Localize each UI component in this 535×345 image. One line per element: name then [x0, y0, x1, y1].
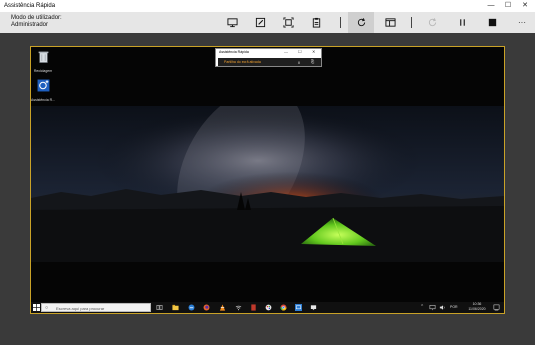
app-title: Assistência Rápida	[4, 3, 56, 9]
pause-button[interactable]	[449, 12, 475, 33]
fit-screen-icon	[282, 17, 294, 28]
desktop-icon-quick-assist[interactable]: Assistência R...	[31, 79, 55, 102]
annotate-icon	[255, 17, 265, 28]
close-button[interactable]: ✕	[517, 0, 533, 12]
clipboard-button[interactable]	[303, 12, 329, 33]
clock-date: 11/06/2020	[468, 306, 486, 311]
mini-maximize-button[interactable]: ☐	[298, 49, 302, 54]
mini-clipboard-button[interactable]: ⎘	[311, 59, 314, 64]
remote-mini-window[interactable]: Assistência Rápida — ☐ ✕ Partilha do ecr…	[215, 48, 322, 67]
paint-icon[interactable]	[265, 304, 272, 311]
wifi-settings-icon[interactable]	[235, 304, 242, 311]
mini-pause-button[interactable]: II	[298, 60, 300, 65]
maximize-button[interactable]: ☐	[500, 0, 516, 12]
mini-close-button[interactable]: ✕	[312, 49, 315, 54]
monitor-icon	[226, 18, 238, 28]
reconnect-button[interactable]	[419, 12, 445, 33]
restart-button[interactable]	[348, 12, 374, 33]
edge-icon[interactable]	[188, 304, 195, 311]
toolbar-separator	[411, 17, 412, 28]
language-indicator[interactable]: POR	[450, 305, 458, 310]
sharing-status-text: Partilha do ecrã ativada	[224, 60, 261, 64]
notifications-icon[interactable]	[493, 304, 500, 311]
chrome-icon[interactable]	[280, 304, 287, 311]
vlc-icon[interactable]	[219, 304, 226, 311]
task-manager-button[interactable]	[377, 12, 403, 33]
desktop-icon-label: Assistência R...	[31, 98, 56, 102]
restart-icon	[357, 18, 365, 27]
tray-chevron-icon[interactable]: ⌃	[420, 305, 424, 310]
taskbar-search-placeholder: Escreva aqui para procurar	[56, 305, 105, 311]
firefox-icon[interactable]	[203, 304, 210, 311]
remote-desktop-icon[interactable]	[310, 304, 317, 311]
recycle-bin-icon	[38, 51, 48, 63]
windows-start-icon[interactable]	[33, 304, 40, 311]
network-icon[interactable]	[429, 304, 436, 311]
mini-minimize-button[interactable]: —	[284, 49, 288, 54]
task-manager-icon	[384, 18, 396, 27]
stop-icon	[488, 18, 496, 27]
minimize-button[interactable]: —	[483, 0, 499, 12]
taskbar-search-box[interactable]: ○ Escreva aqui para procurar	[41, 303, 151, 312]
desktop-wallpaper	[31, 106, 504, 262]
pause-icon	[459, 19, 465, 26]
toolbar: Modo de utilizador: Administrador ···	[0, 12, 535, 33]
sharing-status-bar: Partilha do ecrã ativada II ⎘	[218, 58, 321, 66]
mini-window-title: Assistência Rápida	[219, 50, 249, 54]
desktop-icon-label: Reciclagem	[33, 69, 53, 73]
more-button[interactable]: ···	[509, 12, 535, 33]
task-view-icon[interactable]	[156, 304, 163, 311]
taskbar-clock[interactable]: 10:36 11/06/2020	[465, 302, 489, 311]
clipboard-icon	[312, 17, 320, 28]
remote-screen[interactable]: Reciclagem Assistência R... Assistência …	[30, 46, 505, 314]
toolbar-separator	[340, 17, 341, 28]
quick-assist-icon	[37, 79, 49, 92]
title-bar: Assistência Rápida — ☐ ✕	[0, 0, 535, 12]
clock-time: 10:36	[472, 302, 482, 306]
app-red-icon[interactable]	[250, 304, 257, 311]
file-explorer-icon[interactable]	[172, 304, 179, 311]
annotate-button[interactable]	[247, 12, 273, 33]
search-icon: ○	[45, 305, 49, 311]
quick-assist-taskbar-icon[interactable]	[295, 304, 302, 311]
end-button[interactable]	[479, 12, 505, 33]
reconnect-icon	[428, 18, 436, 27]
actual-size-button[interactable]	[275, 12, 301, 33]
desktop-icon-recycle-bin[interactable]: Reciclagem	[31, 50, 55, 73]
user-mode-value: Administrador	[11, 22, 49, 28]
volume-icon[interactable]	[439, 304, 446, 311]
user-mode: Modo de utilizador: Administrador	[11, 15, 62, 29]
user-mode-label: Modo de utilizador:	[11, 15, 62, 21]
remote-taskbar: ○ Escreva aqui para procurar ⌃ POR 10:36…	[31, 302, 504, 313]
select-monitor-button[interactable]	[219, 12, 245, 33]
